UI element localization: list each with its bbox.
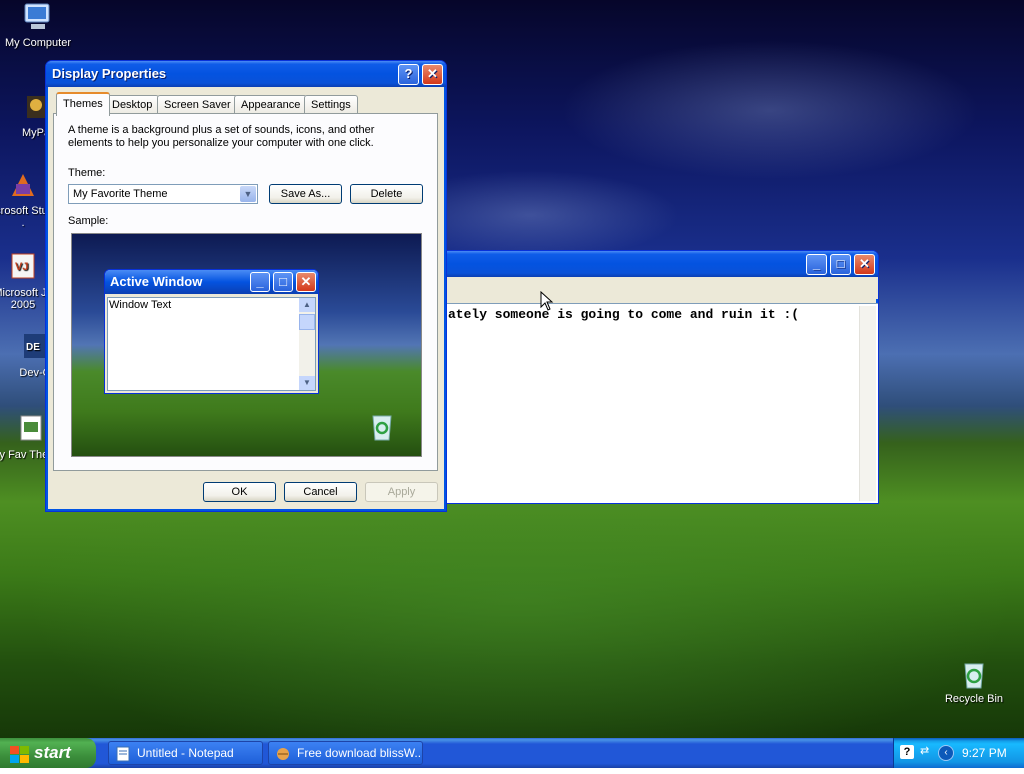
windows-logo-icon: [10, 744, 30, 774]
chevron-down-icon[interactable]: ▼: [240, 186, 256, 202]
cancel-button[interactable]: Cancel: [284, 482, 357, 502]
desktop-icon-recycle-bin[interactable]: Recycle Bin: [934, 658, 1014, 705]
sample-scrollbar: ▲ ▼: [299, 298, 315, 390]
sample-window-text: Window Text: [109, 299, 172, 311]
help-icon[interactable]: ?: [900, 745, 914, 759]
taskbar-item-label: Free download blissW...: [297, 746, 423, 760]
desktop-icon-my-computer[interactable]: My Computer: [0, 2, 78, 49]
scroll-down-icon: ▼: [299, 376, 315, 390]
delete-button[interactable]: Delete: [350, 184, 423, 204]
taskbar-item-notepad[interactable]: Untitled - Notepad: [108, 741, 263, 765]
tab-screen-saver[interactable]: Screen Saver: [157, 95, 238, 114]
scroll-up-icon: ▲: [299, 298, 315, 312]
sample-label: Sample:: [68, 215, 109, 227]
vj-icon: VJ: [6, 252, 40, 284]
start-label: start: [34, 743, 71, 762]
taskbar-item-label: Untitled - Notepad: [137, 746, 234, 760]
sample-titlebar: Active Window _ □ ✕: [105, 270, 318, 294]
tab-desktop[interactable]: Desktop: [105, 95, 160, 114]
sample-window-title: Active Window: [110, 274, 203, 289]
recycle-bin-icon: [957, 658, 991, 690]
notepad-titlebar[interactable]: _ □ ✕: [421, 251, 878, 277]
svg-text:VJ: VJ: [15, 261, 28, 273]
notepad-window[interactable]: _ □ ✕ ately someone is going to come and…: [420, 250, 879, 504]
mouse-cursor-icon: [540, 290, 554, 314]
help-button[interactable]: ?: [398, 64, 419, 85]
visual-studio-icon: [6, 170, 40, 202]
themes-tab-panel: A theme is a background plus a set of so…: [53, 113, 438, 471]
themes-description: A theme is a background plus a set of so…: [68, 124, 375, 149]
svg-text:DE: DE: [26, 342, 40, 353]
system-tray: ? ⇄ ‹ 9:27 PM: [893, 738, 1024, 768]
tab-settings[interactable]: Settings: [304, 95, 358, 114]
close-button[interactable]: ✕: [854, 254, 875, 275]
sample-recycle-bin-icon: [368, 412, 396, 445]
start-button[interactable]: start: [0, 738, 96, 768]
clock: 9:27 PM: [962, 746, 1007, 760]
network-icon[interactable]: ⇄: [920, 744, 929, 757]
scroll-thumb: [299, 314, 315, 330]
display-properties-titlebar[interactable]: Display Properties ? ✕: [46, 61, 446, 87]
browser-icon: [275, 746, 291, 764]
computer-icon: [21, 2, 55, 34]
close-icon: ✕: [296, 272, 316, 292]
ok-button[interactable]: OK: [203, 482, 276, 502]
notepad-icon: [115, 746, 131, 764]
sample-active-window: Active Window _ □ ✕ Window Text ▲ ▼: [104, 269, 319, 394]
minimize-button[interactable]: _: [806, 254, 827, 275]
apply-button[interactable]: Apply: [365, 482, 438, 502]
taskbar-item-browser[interactable]: Free download blissW...: [268, 741, 423, 765]
maximize-button[interactable]: □: [830, 254, 851, 275]
notepad-text-area[interactable]: ately someone is going to come and ruin …: [421, 303, 878, 503]
window-title: Display Properties: [52, 66, 167, 81]
theme-file-icon: [13, 414, 47, 446]
theme-select-value: My Favorite Theme: [73, 188, 168, 200]
save-as-button[interactable]: Save As...: [269, 184, 342, 204]
maximize-icon: □: [273, 272, 293, 292]
chevron-left-icon[interactable]: ‹: [938, 745, 954, 761]
theme-select[interactable]: My Favorite Theme ▼: [68, 184, 258, 204]
close-button[interactable]: ✕: [422, 64, 443, 85]
taskbar: start Untitled - Notepad Free download b…: [0, 738, 1024, 768]
notepad-menubar: [421, 277, 878, 299]
notepad-text: ately someone is going to come and ruin …: [448, 307, 800, 322]
display-properties-window[interactable]: Display Properties ? ✕ Themes Desktop Sc…: [45, 60, 447, 512]
minimize-icon: _: [250, 272, 270, 292]
tab-appearance[interactable]: Appearance: [234, 95, 308, 114]
theme-sample-preview: Active Window _ □ ✕ Window Text ▲ ▼: [71, 233, 422, 457]
sample-window-body: Window Text ▲ ▼: [107, 297, 316, 391]
theme-label: Theme:: [68, 167, 106, 179]
vertical-scrollbar[interactable]: [859, 306, 876, 501]
desktop: My Computer MyPa Microsoft Studio . VJ M…: [0, 0, 1024, 738]
tab-themes[interactable]: Themes: [56, 92, 110, 116]
